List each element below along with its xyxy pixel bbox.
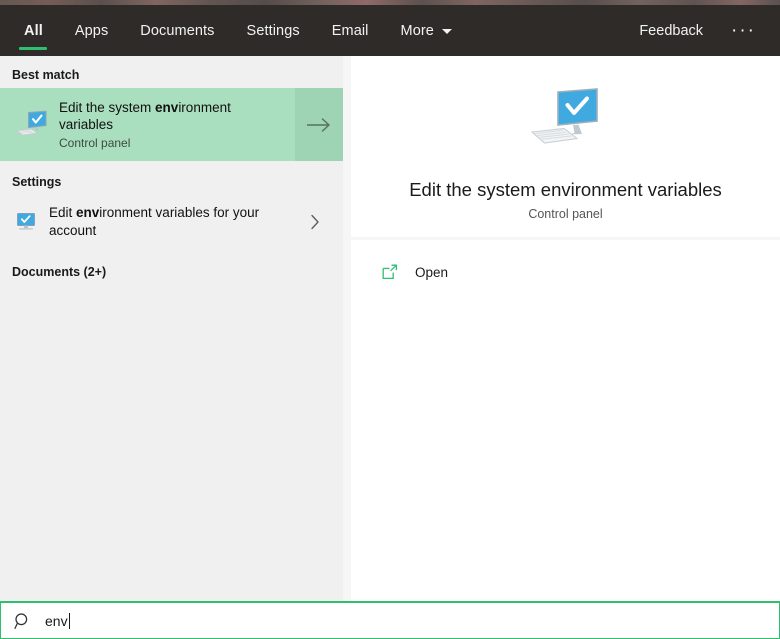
open-external-icon (379, 264, 401, 280)
tab-more[interactable]: More (385, 5, 468, 56)
tab-email[interactable]: Email (316, 5, 385, 56)
tab-active-indicator (19, 47, 48, 50)
best-match-title-prefix: Edit the system (59, 100, 156, 115)
overflow-menu-icon[interactable]: ··· (717, 5, 766, 56)
tab-apps[interactable]: Apps (59, 5, 124, 56)
monitor-check-large-icon (528, 88, 604, 157)
tab-documents[interactable]: Documents (124, 5, 230, 56)
best-match-content: Edit the system environment variables Co… (0, 88, 295, 161)
settings-title-highlight: env (76, 205, 100, 220)
arrow-right-icon[interactable] (295, 88, 343, 161)
tab-documents-label: Documents (140, 22, 215, 39)
settings-section-header: Settings (12, 175, 62, 189)
chevron-right-icon[interactable] (294, 214, 336, 230)
preview-subtitle: Control panel (528, 207, 603, 221)
panel-divider (343, 56, 351, 601)
windows-search-overlay: All Apps Documents Settings Email More F… (0, 0, 780, 639)
search-bar[interactable]: env (0, 601, 780, 639)
best-match-section-header: Best match (12, 68, 80, 82)
chevron-down-icon (441, 29, 452, 34)
settings-result-title: Edit environment variables for your acco… (40, 204, 294, 240)
results-panel: Best match Edit the system environment v… (0, 56, 343, 601)
search-header: All Apps Documents Settings Email More F… (0, 5, 780, 56)
preview-title: Edit the system environment variables (409, 179, 722, 200)
preview-panel: Edit the system environment variables Co… (351, 56, 780, 601)
preview-actions-card: Open (351, 240, 780, 601)
text-cursor (68, 612, 70, 629)
feedback-button[interactable]: Feedback (625, 5, 717, 56)
action-open[interactable]: Open (351, 254, 780, 290)
monitor-check-icon (12, 110, 52, 140)
tab-email-label: Email (331, 22, 369, 39)
search-input[interactable]: env (45, 612, 70, 630)
best-match-result[interactable]: Edit the system environment variables Co… (0, 88, 343, 161)
header-actions: Feedback ··· (625, 5, 780, 56)
preview-card: Edit the system environment variables Co… (351, 56, 780, 237)
tab-all[interactable]: All (8, 5, 59, 56)
search-tabs: All Apps Documents Settings Email More (0, 5, 468, 56)
search-icon (1, 612, 45, 630)
best-match-title: Edit the system environment variables (59, 99, 274, 133)
settings-result-item[interactable]: Edit environment variables for your acco… (0, 195, 343, 249)
search-input-value: env (45, 612, 68, 629)
tab-settings-label: Settings (246, 22, 300, 39)
best-match-text: Edit the system environment variables Co… (52, 99, 274, 150)
settings-title-prefix: Edit (49, 205, 77, 220)
tab-more-label: More (400, 22, 434, 39)
best-match-subtitle: Control panel (59, 136, 131, 150)
documents-section-header: Documents (2+) (12, 265, 107, 279)
best-match-title-highlight: env (155, 100, 179, 115)
tab-apps-label: Apps (74, 22, 109, 39)
monitor-check-icon (12, 212, 40, 232)
tab-all-label: All (24, 22, 43, 39)
action-open-label: Open (415, 264, 449, 280)
tab-settings[interactable]: Settings (231, 5, 316, 56)
